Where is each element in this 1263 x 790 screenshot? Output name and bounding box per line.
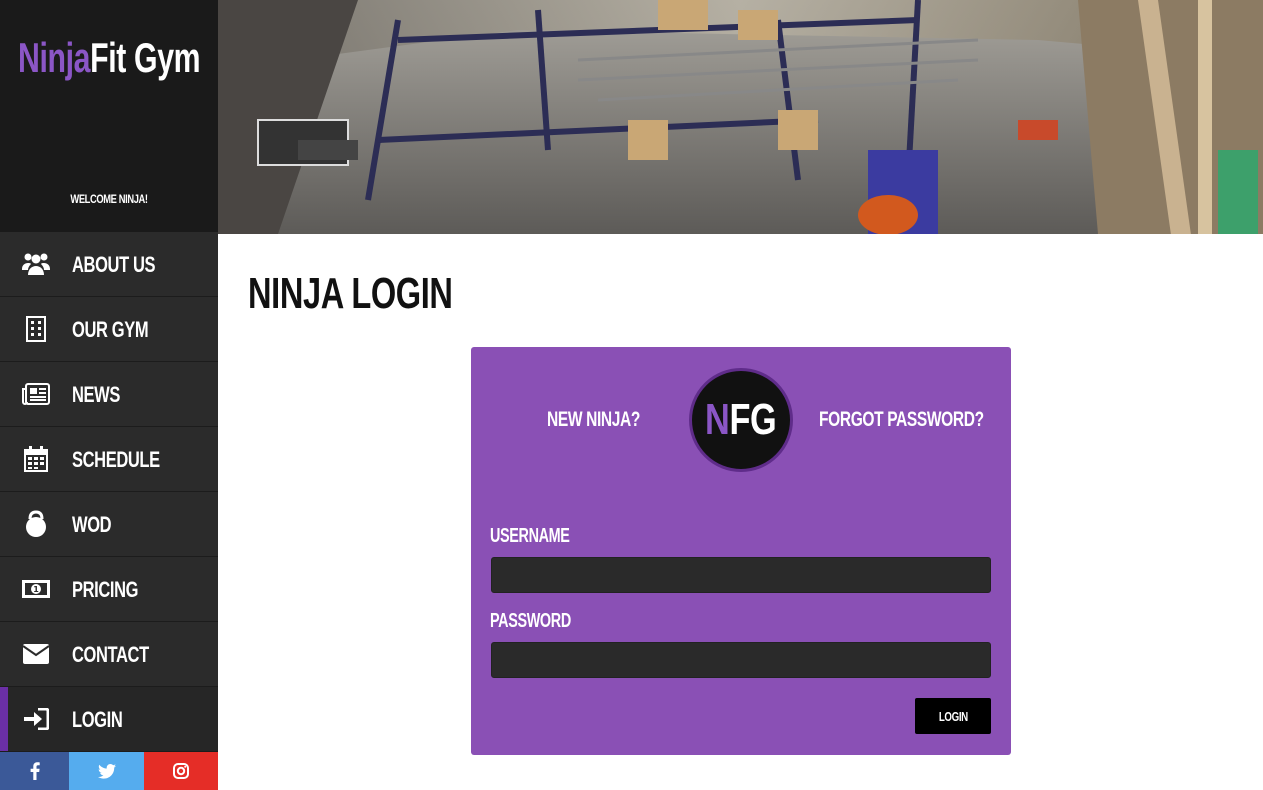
nav-item-contact[interactable]: Contact <box>0 622 218 687</box>
nav-label-login: Login <box>72 707 123 732</box>
nav-label-news: News <box>72 382 120 407</box>
kettlebell-icon <box>22 510 50 538</box>
logo-fit-gym-text: Fit Gym <box>90 34 201 81</box>
building-icon <box>22 315 50 343</box>
nav-item-login[interactable]: Login <box>0 687 218 752</box>
username-input[interactable] <box>491 557 991 593</box>
money-icon: 1 <box>22 575 50 603</box>
nav-item-pricing[interactable]: 1 Pricing <box>0 557 218 622</box>
sign-in-icon <box>22 705 50 733</box>
nfg-badge-logo: NFG <box>689 368 793 472</box>
hero-gym-photo <box>218 0 1263 234</box>
nav-label-schedule: Schedule <box>72 447 160 472</box>
svg-text:1: 1 <box>33 585 39 594</box>
nav-label-our-gym: Our Gym <box>72 317 149 342</box>
newspaper-icon <box>22 380 50 408</box>
login-button[interactable]: Login <box>915 698 991 734</box>
nav-item-schedule[interactable]: Schedule <box>0 427 218 492</box>
twitter-icon <box>97 763 116 779</box>
nav-item-wod[interactable]: WOD <box>0 492 218 557</box>
nav-label-pricing: Pricing <box>72 577 139 602</box>
logo-ninja-text: Ninja <box>18 34 91 81</box>
brand-header: NinjaFit Gym WELCOME NINJA! <box>0 0 218 232</box>
nav-label-contact: Contact <box>72 642 149 667</box>
password-label: Password <box>490 610 571 632</box>
nav-item-about-us[interactable]: About Us <box>0 232 218 297</box>
welcome-message: WELCOME NINJA! <box>70 192 148 206</box>
envelope-icon <box>22 640 50 668</box>
login-button-label: Login <box>938 708 968 724</box>
nav-label-wod: WOD <box>72 512 112 537</box>
calendar-icon <box>22 445 50 473</box>
new-ninja-link[interactable]: New Ninja? <box>547 407 640 433</box>
badge-n: N <box>705 395 730 444</box>
facebook-icon <box>30 762 40 780</box>
nav-label-about-us: About Us <box>72 252 156 277</box>
password-input[interactable] <box>491 642 991 678</box>
instagram-link[interactable] <box>144 752 218 790</box>
username-label: Username <box>490 525 570 547</box>
nav-item-our-gym[interactable]: Our Gym <box>0 297 218 362</box>
forgot-password-link[interactable]: Forgot Password? <box>819 407 984 433</box>
twitter-link[interactable] <box>69 752 144 790</box>
facebook-link[interactable] <box>0 752 69 790</box>
nav-item-news[interactable]: News <box>0 362 218 427</box>
page-title: Ninja Login <box>248 269 453 318</box>
sidebar: NinjaFit Gym WELCOME NINJA! About Us Our… <box>0 0 218 790</box>
badge-text: NFG <box>705 395 777 444</box>
badge-fg: FG <box>729 395 777 444</box>
site-logo[interactable]: NinjaFit Gym <box>18 34 201 82</box>
main-nav: About Us Our Gym News Schedule WOD <box>0 232 218 752</box>
instagram-icon <box>173 763 189 779</box>
users-icon <box>22 250 50 278</box>
social-links <box>0 752 218 790</box>
